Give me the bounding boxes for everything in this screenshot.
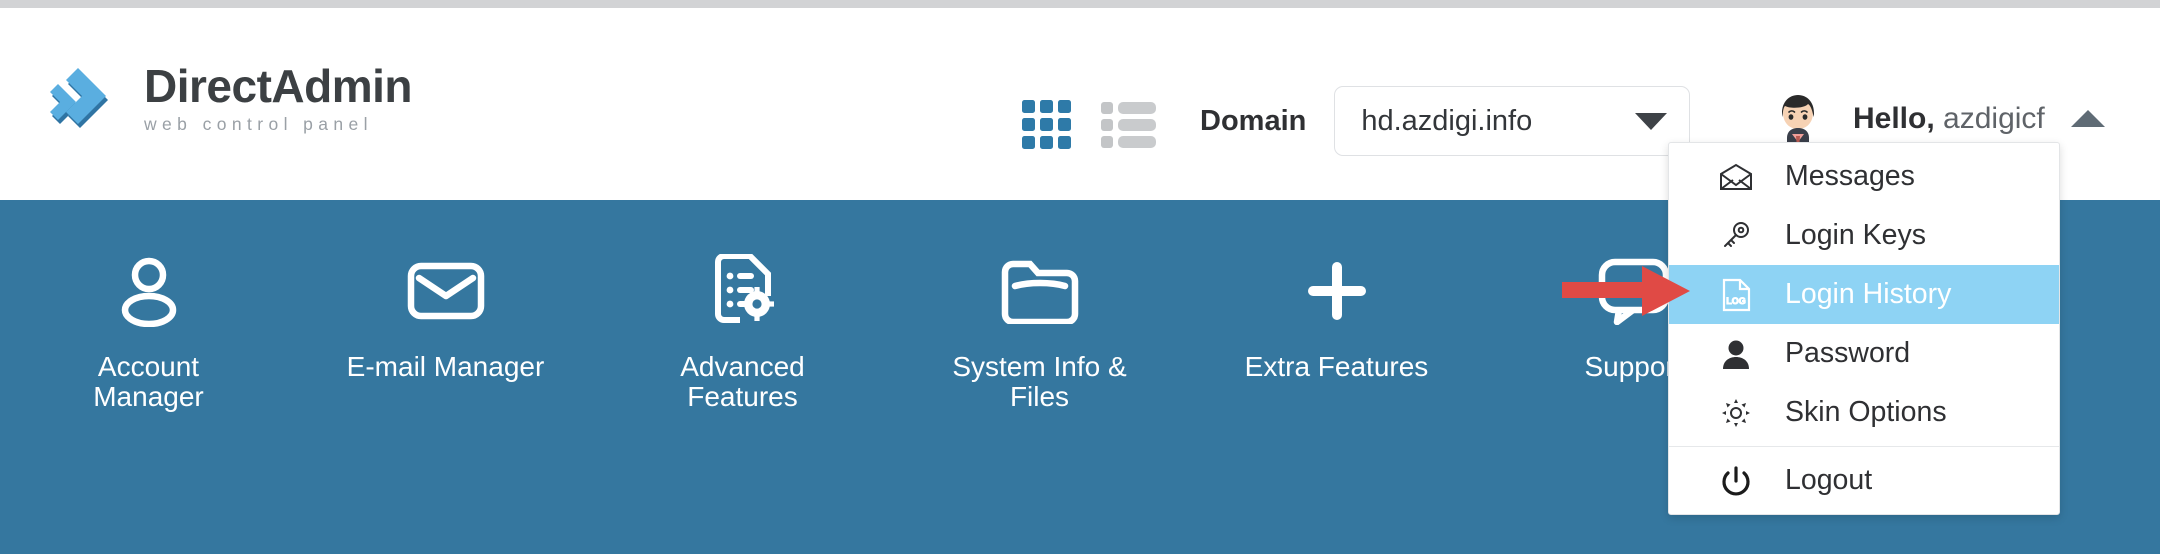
person-icon [118, 252, 180, 330]
browser-top-strip [0, 0, 2160, 8]
username-label: azdigicf [1943, 102, 2045, 135]
plus-icon [1302, 252, 1372, 330]
menu-item-skin-options[interactable]: Skin Options [1669, 383, 2059, 442]
double-chevron-logo-icon [46, 60, 124, 138]
power-icon [1717, 465, 1755, 496]
menu-item-label: Skin Options [1785, 396, 1947, 428]
domain-label: Domain [1200, 104, 1307, 137]
nav-item-extra-features[interactable]: Extra Features [1188, 252, 1485, 382]
menu-item-messages[interactable]: Messages [1669, 147, 2059, 206]
nav-label: E-mail Manager [346, 351, 545, 382]
nav-label: System Info & Files [952, 351, 1127, 413]
brand-text: DirectAdmin web control panel [144, 59, 412, 136]
brand-title: DirectAdmin [144, 59, 412, 112]
user-dropdown-menu: Messages Login Keys LOG Login History Pa… [1668, 142, 2060, 515]
folder-icon [1000, 252, 1080, 330]
svg-text:LOG: LOG [1726, 296, 1746, 306]
nav-item-email-manager[interactable]: E-mail Manager [297, 252, 594, 382]
domain-selected-value: hd.azdigi.info [1361, 104, 1533, 137]
menu-item-label: Password [1785, 337, 1911, 369]
user-greeting: Hello, azdigicf [1853, 102, 2045, 136]
brand-tagline: web control panel [144, 114, 373, 135]
document-gear-icon [710, 252, 776, 330]
menu-item-label: Login History [1785, 278, 1952, 310]
grid-view-icon[interactable] [1022, 100, 1071, 149]
menu-item-login-history[interactable]: LOG Login History [1669, 265, 2059, 324]
nav-item-account-manager[interactable]: Account Manager [0, 252, 297, 412]
key-icon [1717, 221, 1755, 251]
nav-item-advanced-features[interactable]: Advanced Features [594, 252, 891, 412]
nav-label: Extra Features [1244, 351, 1429, 382]
gear-icon [1717, 397, 1755, 429]
menu-item-logout[interactable]: Logout [1669, 451, 2059, 510]
menu-item-password[interactable]: Password [1669, 324, 2059, 383]
brand-name-part2: Admin [271, 59, 412, 112]
nav-item-system-info-files[interactable]: System Info & Files [891, 252, 1188, 412]
view-mode-toggles [1022, 100, 1156, 149]
chevron-up-icon[interactable] [2070, 109, 2105, 127]
log-document-icon: LOG [1717, 278, 1755, 312]
menu-item-label: Messages [1785, 160, 1915, 192]
menu-divider [1669, 446, 2059, 447]
envelope-open-icon [1717, 163, 1755, 191]
person-filled-icon [1717, 339, 1755, 369]
list-view-icon[interactable] [1101, 101, 1156, 148]
brand-logo[interactable]: DirectAdmin web control panel [46, 60, 412, 138]
brand-name-part1: Direct [144, 59, 272, 112]
menu-item-label: Logout [1785, 464, 1873, 496]
domain-select[interactable]: hd.azdigi.info [1334, 86, 1691, 156]
domain-selector-group: Domain hd.azdigi.info [1200, 86, 1691, 156]
chevron-down-icon [1635, 112, 1668, 130]
greeting-prefix: Hello, [1853, 102, 1935, 135]
directadmin-page: DirectAdmin web control panel Domain hd.… [0, 0, 2160, 554]
menu-item-label: Login Keys [1785, 219, 1927, 251]
nav-label: Account Manager [93, 351, 204, 413]
envelope-icon [407, 252, 485, 330]
menu-item-login-keys[interactable]: Login Keys [1669, 206, 2059, 265]
chat-bubble-icon [1597, 252, 1671, 330]
nav-label: Advanced Features [680, 351, 805, 413]
